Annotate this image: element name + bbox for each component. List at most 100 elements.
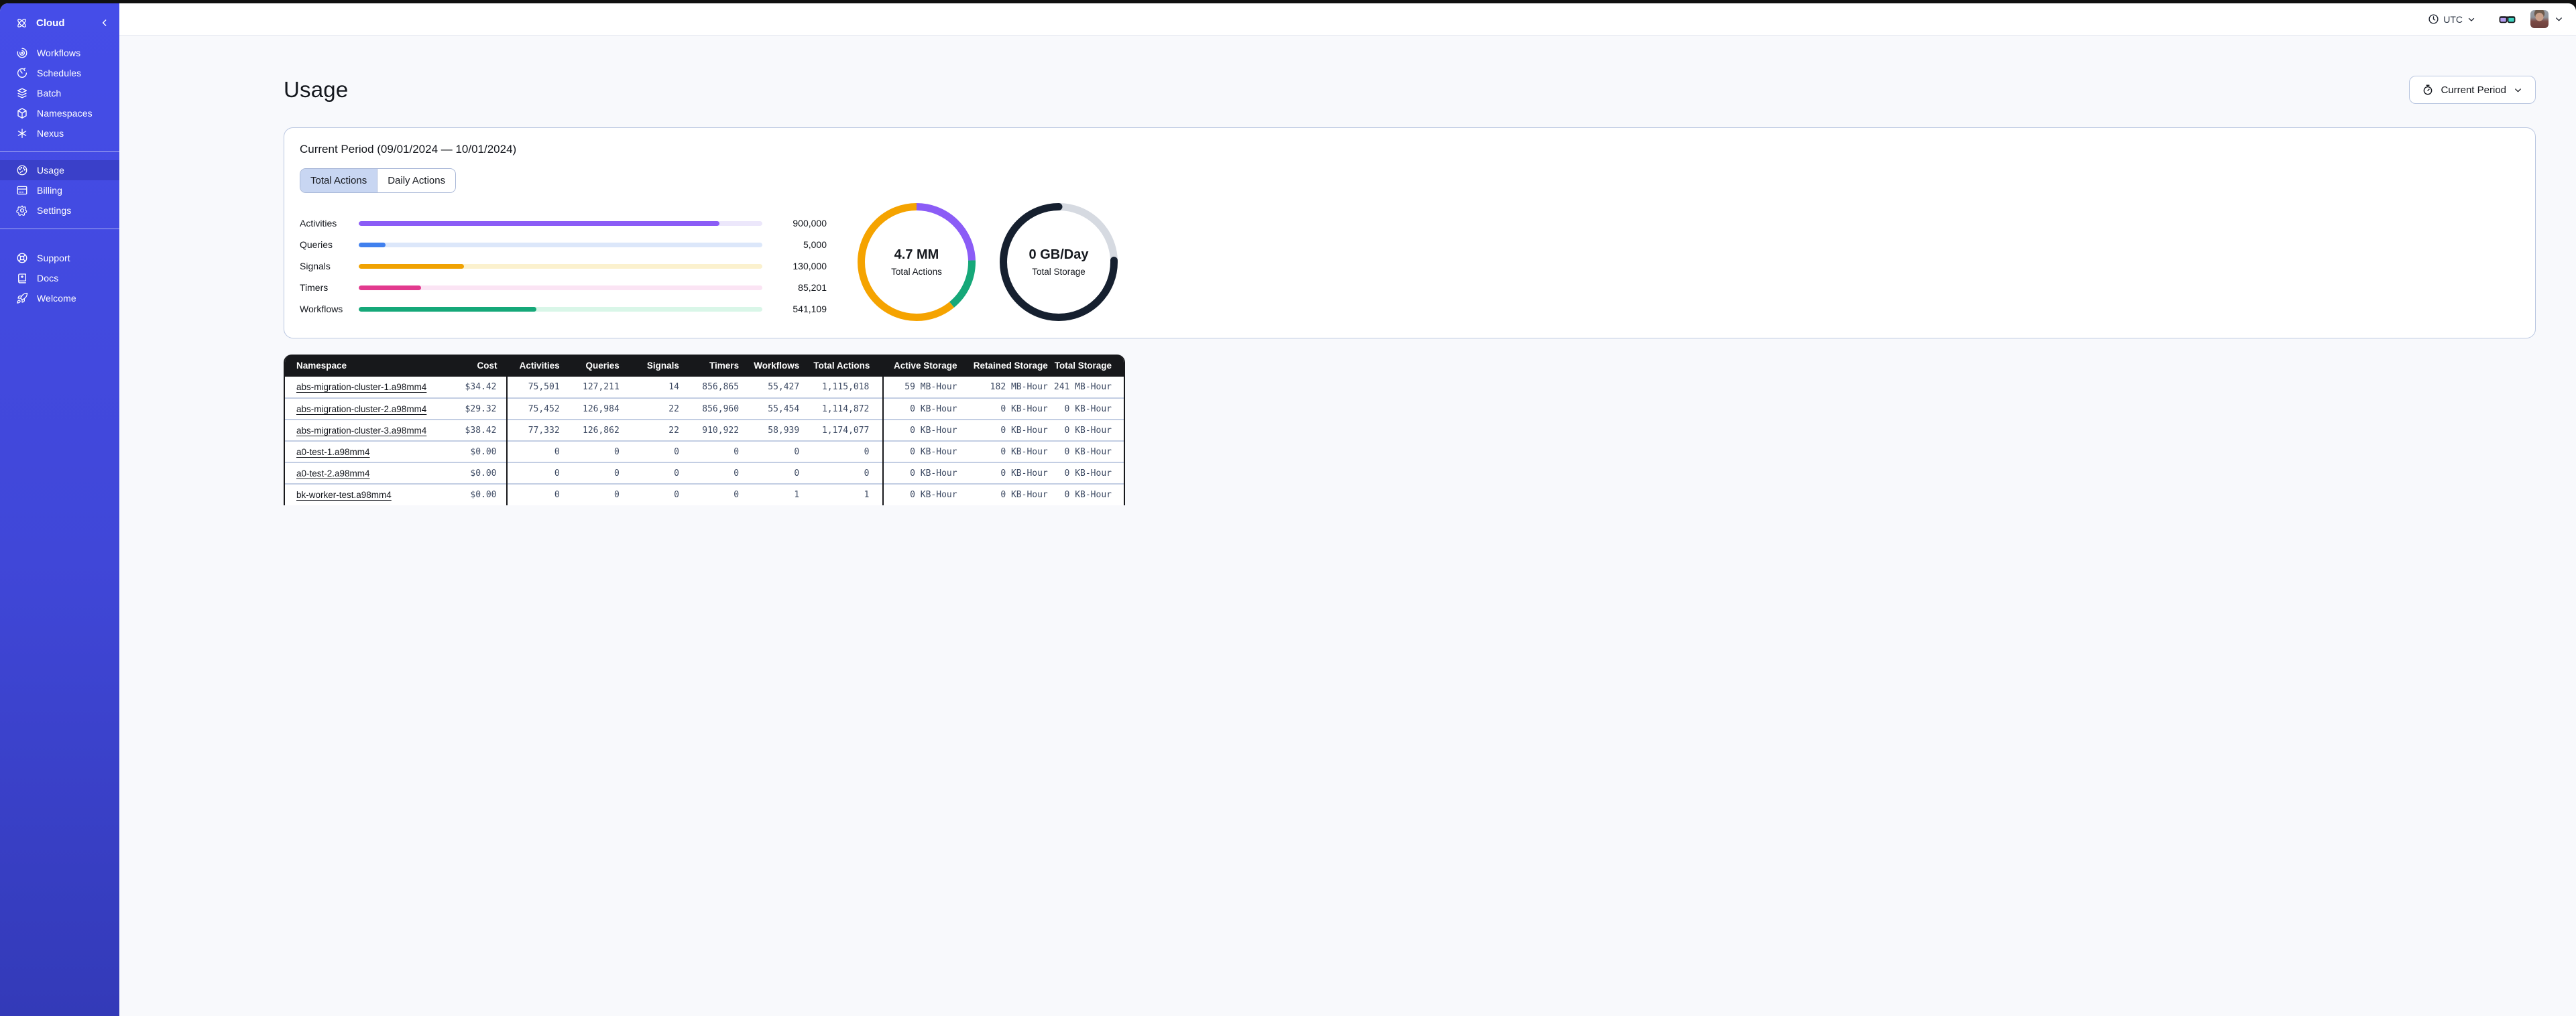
retained-storage-cell: 0 KB-Hour (961, 397, 1053, 420)
bar-track (359, 263, 762, 269)
total-actions-cell: 1,174,077 (808, 419, 884, 441)
cost-cell: $29.32 (445, 397, 507, 420)
cost-cell: $34.42 (465, 382, 497, 392)
total-storage-cell: 241 MB-Hour (1053, 382, 1112, 392)
bar-label: Activities (300, 218, 337, 229)
column-header-workflows: Workflows (748, 355, 809, 377)
sidebar-divider (0, 151, 119, 152)
account-menu-chevron-icon[interactable] (2554, 14, 2564, 24)
signals-cell: 0 (628, 440, 688, 462)
table-row: abs-migration-cluster-1.a98mm4 $34.42 75… (285, 377, 1124, 398)
stopwatch-icon (2422, 84, 2434, 96)
column-header-total-actions: Total Actions (808, 355, 884, 377)
cost-cell: $0.00 (445, 440, 507, 462)
chevron-down-icon (2513, 85, 2523, 95)
tab-daily-actions[interactable]: Daily Actions (377, 169, 456, 192)
user-avatar[interactable] (2530, 10, 2549, 28)
feedback-glasses-icon[interactable] (2499, 13, 2516, 26)
collapse-sidebar-icon[interactable] (99, 17, 110, 28)
cost-cell: $0.00 (445, 483, 507, 505)
active-storage-cell: 0 KB-Hour (882, 483, 962, 505)
namespace-link[interactable]: a0-test-1.a98mm4 (296, 447, 370, 457)
workflows-icon (16, 47, 28, 59)
bar-fill (359, 220, 719, 226)
timers-cell: 856,960 (687, 397, 748, 420)
timers-cell: 0 (687, 483, 748, 505)
activities-cell: 77,332 (506, 419, 569, 441)
bar-value: 85,201 (798, 282, 827, 293)
period-selector-button[interactable]: Current Period (2409, 76, 2536, 104)
bar-track (359, 306, 762, 312)
bar-label: Timers (300, 282, 329, 293)
sidebar-item-support[interactable]: Support (0, 248, 119, 268)
sidebar-item-label: Usage (37, 165, 64, 176)
sidebar-item-schedules[interactable]: Schedules (0, 63, 119, 83)
signals-cell: 22 (628, 419, 688, 441)
cost-cell: $0.00 (445, 462, 507, 484)
sidebar-item-billing[interactable]: Billing (0, 180, 119, 200)
workflows-cell: 55,454 (748, 397, 809, 420)
column-header-signals: Signals (628, 355, 688, 377)
bar-value: 541,109 (793, 304, 827, 314)
usage-icon (16, 164, 28, 176)
nexus-icon (16, 127, 28, 139)
total-actions-donut-chart: 4.7 MM Total Actions (858, 203, 976, 321)
queries-cell: 126,984 (568, 397, 628, 420)
donut-label: Total Actions (891, 267, 942, 277)
namespace-link[interactable]: bk-worker-test.a98mm4 (296, 490, 392, 500)
schedules-icon (16, 67, 28, 79)
namespace-cell: bk-worker-test.a98mm4 (285, 483, 445, 505)
total-actions-cell: 0 (808, 440, 884, 462)
donut-value: 4.7 MM (894, 247, 939, 262)
actions-bar-chart: Activities 900,000 Queries 5,000 Signals (300, 212, 827, 321)
sidebar-item-settings[interactable]: Settings (0, 200, 119, 220)
table-row: abs-migration-cluster-2.a98mm4 $29.32 75… (285, 397, 1124, 420)
bar-track (359, 242, 762, 247)
retained-storage-cell: 0 KB-Hour (961, 462, 1053, 484)
activities-cell: 75,452 (506, 397, 569, 420)
sidebar-item-namespaces[interactable]: Namespaces (0, 103, 119, 123)
top-bar: UTC (119, 3, 2576, 36)
namespace-link[interactable]: abs-migration-cluster-1.a98mm4 (296, 382, 426, 392)
page-title: Usage (284, 77, 349, 102)
billing-icon (16, 184, 28, 196)
active-storage-cell: 0 KB-Hour (882, 419, 962, 441)
column-header-queries: Queries (568, 355, 628, 377)
sidebar-item-docs[interactable]: Docs (0, 268, 119, 288)
namespace-link[interactable]: abs-migration-cluster-2.a98mm4 (296, 404, 426, 414)
table-row: abs-migration-cluster-3.a98mm4 $38.42 77… (285, 419, 1124, 441)
welcome-rocket-icon (16, 292, 28, 304)
retained-storage-cell: 182 MB-Hour (990, 382, 1048, 392)
clock-icon (2428, 13, 2439, 25)
sidebar-item-label: Nexus (37, 128, 64, 139)
activities-cell: 0 (506, 483, 569, 505)
total-actions-cell: 1 (808, 483, 884, 505)
total-storage-cell: 0 KB-Hour (1052, 462, 1124, 484)
retained-storage-cell: 0 KB-Hour (961, 483, 1053, 505)
column-header-namespace: Namespace (285, 355, 445, 377)
column-header-timers: Timers (687, 355, 748, 377)
period-button-label: Current Period (2441, 84, 2506, 96)
sidebar-item-nexus[interactable]: Nexus (0, 123, 119, 143)
timezone-label: UTC (2443, 13, 2463, 25)
sidebar-item-welcome[interactable]: Welcome (0, 288, 119, 308)
timezone-selector[interactable]: UTC (2428, 13, 2476, 25)
content-area: Usage Current Period Current Period (09/… (119, 36, 2576, 1016)
namespaces-icon (16, 107, 28, 119)
table-row: a0-test-1.a98mm4 $0.00 0 0 0 0 0 0 0 KB-… (285, 440, 1124, 462)
workflows-cell: 55,427 (768, 382, 800, 392)
sidebar-item-label: Support (37, 253, 70, 263)
tab-total-actions[interactable]: Total Actions (300, 169, 377, 192)
timers-cell: 0 (687, 462, 748, 484)
signals-cell: 0 (628, 483, 688, 505)
sidebar-item-label: Billing (37, 185, 63, 196)
column-header-total-storage: Total Storage (1052, 355, 1124, 377)
sidebar-item-usage[interactable]: Usage (0, 160, 119, 180)
retained-storage-cell: 0 KB-Hour (961, 440, 1053, 462)
sidebar-item-batch[interactable]: Batch (0, 83, 119, 103)
activities-cell: 0 (506, 440, 569, 462)
sidebar-item-workflows[interactable]: Workflows (0, 43, 119, 63)
namespace-link[interactable]: a0-test-2.a98mm4 (296, 468, 370, 479)
namespace-link[interactable]: abs-migration-cluster-3.a98mm4 (296, 426, 426, 436)
signals-cell: 14 (668, 382, 679, 392)
